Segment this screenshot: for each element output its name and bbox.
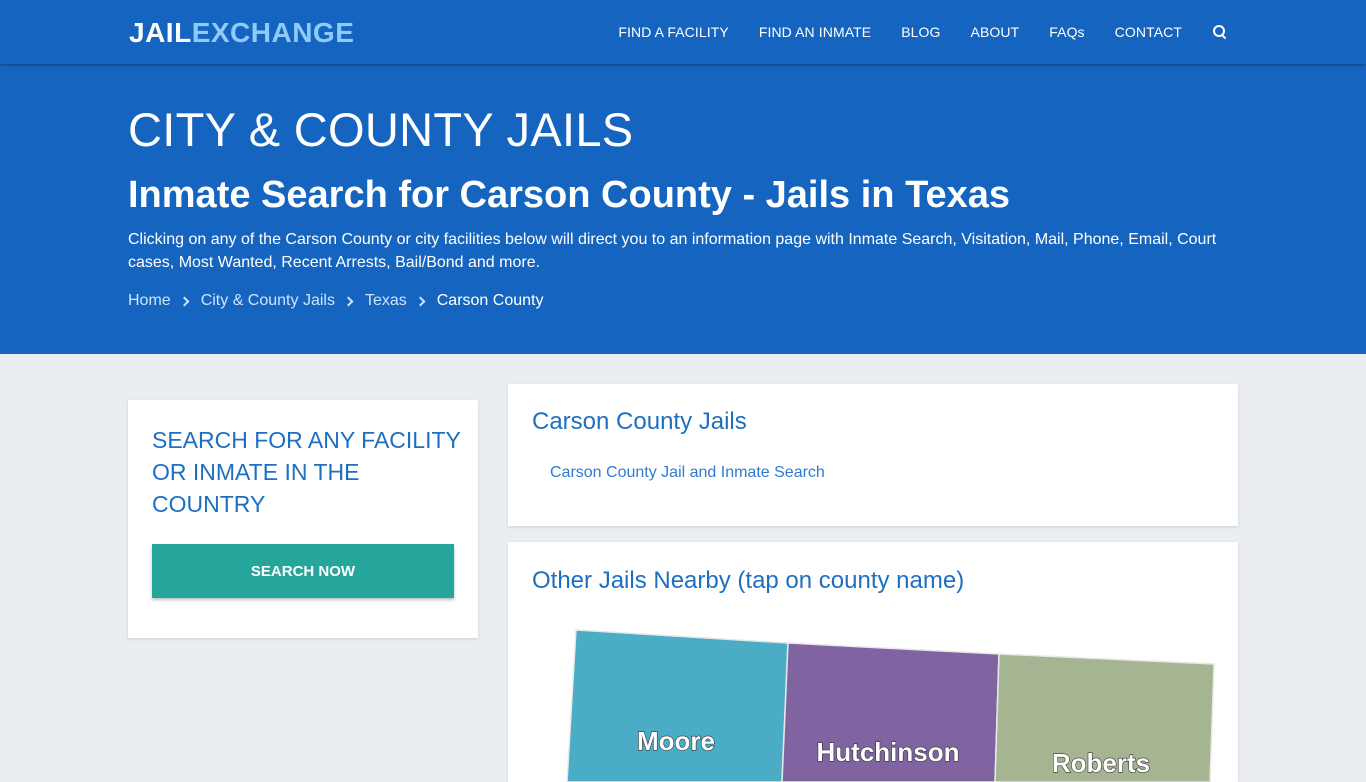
county-moore[interactable]: Moore [566,629,789,782]
county-label-hutchinson[interactable]: Hutchinson [816,736,960,767]
county-jails-title: Carson County Jails [532,408,747,435]
breadcrumb-home[interactable]: Home [128,292,171,310]
county-hutchinson[interactable]: Hutchinson [781,642,1000,782]
chevron-right-icon [179,296,190,306]
breadcrumb-current: Carson County [436,292,544,309]
search-now-button[interactable]: SEARCH NOW [152,544,454,598]
hero-banner: CITY & COUNTY JAILS Inmate Search for Ca… [0,64,1366,354]
nearby-jails-title: Other Jails Nearby (tap on county name) [532,567,965,594]
logo-part-jail: JAIL [129,17,192,48]
nav-faqs[interactable]: FAQs [1049,24,1084,40]
search-icon[interactable] [1212,24,1228,40]
county-label-moore[interactable]: Moore [636,725,715,756]
chevron-right-icon [415,296,426,306]
logo-part-exchange: EXCHANGE [191,17,355,48]
breadcrumb: Home City & County Jails Texas Carson Co… [128,292,543,310]
top-navbar: JAILEXCHANGE FIND A FACILITY FIND AN INM… [0,0,1366,64]
page-subtitle: Inmate Search for Carson County - Jails … [128,174,1010,216]
breadcrumb-texas[interactable]: Texas [365,292,407,310]
search-card-title: SEARCH FOR ANY FACILITY OR INMATE IN THE… [152,427,461,517]
nav-find-inmate[interactable]: FIND AN INMATE [759,24,871,40]
chevron-right-icon [343,296,354,306]
nav-find-facility[interactable]: FIND A FACILITY [618,24,728,40]
site-logo[interactable]: JAILEXCHANGE [129,16,354,50]
nav-blog[interactable]: BLOG [901,24,940,40]
breadcrumb-city-county-jails[interactable]: City & County Jails [201,292,335,310]
page-title: CITY & COUNTY JAILS [128,103,634,156]
main-nav: FIND A FACILITY FIND AN INMATE BLOG ABOU… [588,0,1228,64]
jail-link[interactable]: Carson County Jail and Inmate Search [550,464,825,482]
county-jails-card: Carson County Jails Carson County Jail a… [508,384,1238,526]
county-roberts[interactable]: Roberts [994,653,1215,782]
page-description: Clicking on any of the Carson County or … [128,231,1217,271]
nav-contact[interactable]: CONTACT [1115,24,1182,40]
search-sidebar-card: SEARCH FOR ANY FACILITY OR INMATE IN THE… [128,400,478,638]
county-label-roberts[interactable]: Roberts [1051,747,1150,778]
nearby-jails-card: Moore Hutchinson Roberts Other Jails Nea… [508,542,1238,782]
nav-about[interactable]: ABOUT [971,24,1020,40]
